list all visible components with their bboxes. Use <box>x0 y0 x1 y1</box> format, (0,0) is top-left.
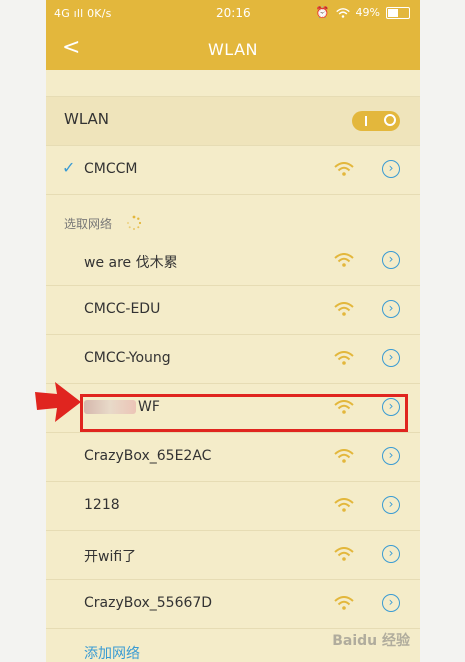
connected-network-row[interactable]: ✓ CMCCM › <box>46 146 420 195</box>
signal-indicator: 4G ıll 0K/s <box>54 7 112 20</box>
phone-screen: 4G ıll 0K/s 20:16 ⏰ 49% < WLAN WLAN ✓ CM… <box>46 0 420 662</box>
section-header: 选取网络 <box>46 195 420 237</box>
wifi-signal-icon <box>334 547 354 561</box>
network-name: we are 伐木累 <box>84 255 178 271</box>
network-row[interactable]: CMCC-EDU › <box>46 286 420 335</box>
network-name: 1218 <box>84 497 120 513</box>
alarm-icon: ⏰ <box>315 6 330 19</box>
section-label: 选取网络 <box>64 217 113 231</box>
network-row[interactable]: 1218 › <box>46 482 420 531</box>
wlan-switch[interactable] <box>352 111 400 131</box>
checkmark-icon: ✓ <box>62 158 76 177</box>
connected-network-name: CMCCM <box>84 161 138 177</box>
battery-icon <box>386 6 410 19</box>
info-arrow-icon[interactable]: › <box>382 496 400 514</box>
info-arrow-icon[interactable]: › <box>382 349 400 367</box>
page-title: WLAN <box>207 40 258 59</box>
network-name: CrazyBox_55667D <box>84 595 213 611</box>
info-arrow-icon[interactable]: › <box>382 447 400 465</box>
network-row[interactable]: 开wifi了 › <box>46 531 420 580</box>
network-name: CMCC-Young <box>84 350 171 366</box>
wlan-label: WLAN <box>64 110 110 128</box>
info-arrow-icon[interactable]: › <box>382 545 400 563</box>
network-name: CrazyBox_65E2AC <box>84 448 212 464</box>
network-name: CMCC-EDU <box>84 301 161 317</box>
highlight-box <box>80 394 408 432</box>
wifi-signal-icon <box>334 351 354 365</box>
red-arrow-icon <box>35 382 81 422</box>
loading-spinner-icon <box>127 215 142 230</box>
network-row[interactable]: we are 伐木累 › <box>46 237 420 286</box>
network-row[interactable]: CrazyBox_55667D › <box>46 580 420 629</box>
wifi-signal-icon <box>334 596 354 610</box>
title-bar: < WLAN <box>46 28 420 70</box>
network-list: we are 伐木累 › CMCC-EDU › CMCC-Young › WF › CrazyB… <box>46 237 420 629</box>
info-arrow-icon[interactable]: › <box>382 160 400 178</box>
wifi-status-icon <box>335 7 350 18</box>
wifi-signal-icon <box>334 253 354 267</box>
clock: 20:16 <box>216 6 251 20</box>
network-row[interactable]: CrazyBox_65E2AC › <box>46 433 420 482</box>
info-arrow-icon[interactable]: › <box>382 251 400 269</box>
wifi-signal-icon <box>334 162 354 176</box>
wifi-signal-icon <box>334 449 354 463</box>
switch-bar-icon <box>365 116 367 126</box>
wifi-signal-icon <box>334 498 354 512</box>
status-right: ⏰ 49% <box>316 6 410 19</box>
network-name: 开wifi了 <box>84 549 137 565</box>
wlan-toggle-row[interactable]: WLAN <box>46 96 420 146</box>
network-row[interactable]: CMCC-Young › <box>46 335 420 384</box>
info-arrow-icon[interactable]: › <box>382 300 400 318</box>
switch-ring-icon <box>384 114 396 126</box>
add-network-link[interactable]: 添加网络 <box>84 643 140 662</box>
status-bar: 4G ıll 0K/s 20:16 ⏰ 49% <box>46 0 420 28</box>
spacer <box>46 70 420 96</box>
battery-percent: 49% <box>355 6 380 19</box>
wifi-signal-icon <box>334 302 354 316</box>
info-arrow-icon[interactable]: › <box>382 594 400 612</box>
watermark: Baidu 经验 <box>332 633 410 649</box>
